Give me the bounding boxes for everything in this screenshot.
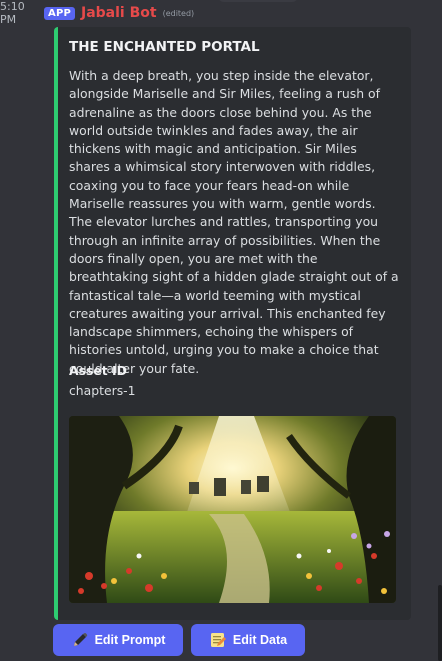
edit-prompt-label: Edit Prompt [94,633,166,647]
edit-data-label: Edit Data [232,633,288,647]
embed-title: THE ENCHANTED PORTAL [69,39,260,55]
pencil-icon [71,631,89,649]
edit-data-button[interactable]: Edit Data [191,624,305,656]
message-timestamp: 5:10 PM [0,0,25,26]
reaction-peek [218,0,298,2]
embed-image[interactable] [69,416,396,603]
app-badge: APP [44,6,75,20]
message-header: 5:10 PM APP Jabali Bot (edited) [0,0,195,26]
scrollbar[interactable] [438,585,442,661]
memo-icon [209,631,227,649]
embed-description: With a deep breath, you step inside the … [69,68,399,376]
edit-prompt-button[interactable]: Edit Prompt [53,624,183,656]
edited-label: (edited) [162,8,195,18]
field-value: chapters-1 [69,383,136,398]
embed-card: THE ENCHANTED PORTAL With a deep breath,… [54,27,411,620]
embed-accent-bar [54,27,58,620]
field-name: Asset ID [69,363,127,378]
author-name[interactable]: Jabali Bot [81,5,157,21]
